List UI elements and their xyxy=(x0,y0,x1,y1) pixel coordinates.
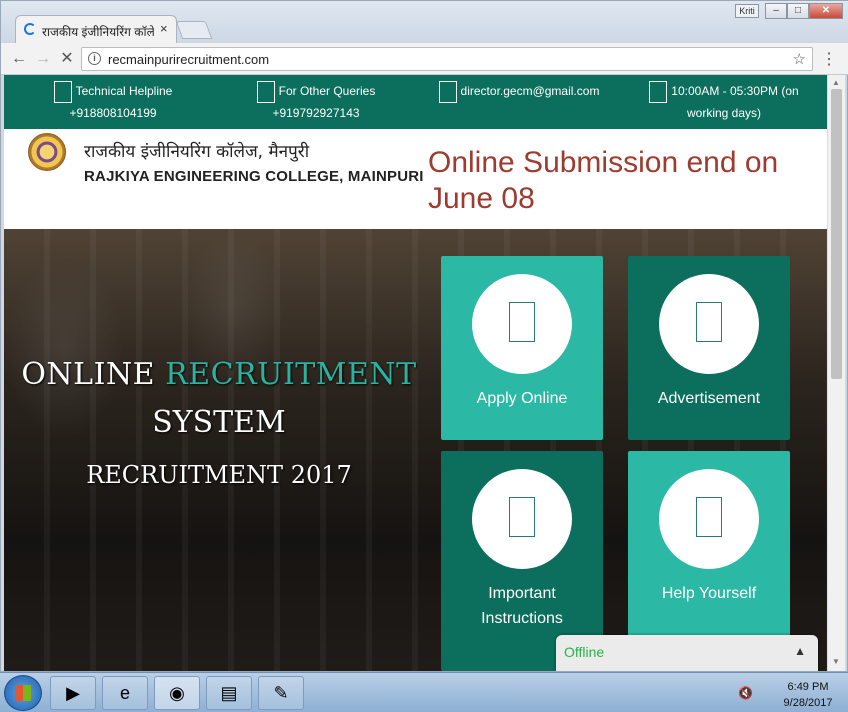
tab-strip: राजकीय इंजीनियरिंग कॉलेज × Kriti – □ ✕ xyxy=(1,1,848,43)
tab-close-icon[interactable]: × xyxy=(160,21,168,36)
back-button[interactable]: ← xyxy=(9,49,29,69)
instructions-icon xyxy=(509,497,535,537)
submission-notice: Online Submission end on June 08 xyxy=(428,146,779,215)
contact-email[interactable]: director.gecm@gmail.com xyxy=(434,81,604,103)
address-bar[interactable]: i recmainpurirecruitment.com ☆ xyxy=(81,47,813,71)
bookmark-star-icon[interactable]: ☆ xyxy=(793,50,806,68)
clock-date[interactable]: 9/28/2017 xyxy=(782,697,834,709)
contact-label: For Other Queries xyxy=(278,84,376,99)
tile-circle xyxy=(472,274,572,374)
chevron-up-icon[interactable]: ▲ xyxy=(794,644,806,658)
tile-label-line2: Instructions xyxy=(481,610,563,627)
tile-circle xyxy=(659,469,759,569)
file-explorer-icon[interactable]: ▤ xyxy=(206,676,252,710)
clock-icon xyxy=(649,81,668,103)
clock-time[interactable]: 6:49 PM xyxy=(782,681,834,693)
hero-year: RECRUITMENT 2017 xyxy=(86,461,352,489)
page-viewport: Technical Helpline +918808104199 For Oth… xyxy=(4,75,827,671)
site-header: राजकीय इंजीनियरिंग कॉलेज, मैनपुरी RAJKIY… xyxy=(4,129,827,229)
tile-apply-online[interactable]: Apply Online xyxy=(441,256,603,440)
forward-button[interactable]: → xyxy=(33,49,53,69)
phone-icon xyxy=(53,81,72,103)
stop-loading-button[interactable]: ✕ xyxy=(57,49,77,69)
hero-title-part1: ONLINE xyxy=(21,357,166,392)
address-url[interactable]: recmainpurirecruitment.com xyxy=(108,52,269,67)
contact-label[interactable]: director.gecm@gmail.com xyxy=(461,84,600,98)
contact-label: 10:00AM - 05:30PM (on xyxy=(671,84,799,99)
chat-status: Offline xyxy=(564,644,605,660)
tab-active[interactable]: राजकीय इंजीनियरिंग कॉलेज × xyxy=(15,15,177,43)
contact-value: +918808104199 xyxy=(69,106,157,120)
tile-circle xyxy=(472,469,572,569)
site-info-icon[interactable]: i xyxy=(88,52,101,65)
hero-banner: ONLINE RECRUITMENT SYSTEM RECRUITMENT 20… xyxy=(4,229,827,671)
college-name-hindi: राजकीय इंजीनियरिंग कॉलेज, मैनपुरी xyxy=(84,142,310,162)
chrome-icon[interactable]: ◉ xyxy=(154,676,200,710)
college-logo[interactable] xyxy=(28,133,66,171)
scroll-up-icon[interactable]: ▲ xyxy=(832,78,840,87)
hero-title: ONLINE RECRUITMENT xyxy=(4,357,434,392)
chat-widget[interactable]: Offline ▲ xyxy=(556,635,818,671)
help-icon xyxy=(696,497,722,537)
contact-value: working days) xyxy=(686,106,762,120)
phone-icon xyxy=(256,81,275,103)
contact-label: Technical Helpline xyxy=(75,84,173,99)
browser-toolbar: ← → ✕ i recmainpurirecruitment.com ☆ ⋮ xyxy=(1,43,848,75)
contact-bar: Technical Helpline +918808104199 For Oth… xyxy=(4,75,827,129)
advertisement-icon xyxy=(696,302,722,342)
windows-taskbar: ▶ e ◉ ▤ ✎ 🔇 6:49 PM 9/28/2017 xyxy=(0,672,848,712)
contact-other-queries: For Other Queries +919792927143 xyxy=(246,81,386,124)
paint-icon[interactable]: ✎ xyxy=(258,676,304,710)
tile-label-line1: Important xyxy=(488,585,556,602)
media-player-icon[interactable]: ▶ xyxy=(50,676,96,710)
page-scrollbar[interactable]: ▲ ▼ xyxy=(827,75,845,671)
tile-label: Apply Online xyxy=(476,390,568,407)
contact-technical-helpline: Technical Helpline +918808104199 xyxy=(48,81,178,124)
contact-hours: 10:00AM - 05:30PM (on working days) xyxy=(644,81,804,124)
scroll-down-icon[interactable]: ▼ xyxy=(832,657,840,666)
minimize-button[interactable]: – xyxy=(765,3,787,19)
college-name-english: RAJKIYA ENGINEERING COLLEGE, MAINPURI xyxy=(84,168,424,185)
start-button[interactable] xyxy=(4,675,42,711)
profile-button[interactable]: Kriti xyxy=(735,4,759,18)
scrollbar-thumb[interactable] xyxy=(831,89,842,379)
internet-explorer-icon[interactable]: e xyxy=(102,676,148,710)
tile-advertisement[interactable]: Advertisement xyxy=(628,256,790,440)
tile-label: Advertisement xyxy=(657,390,761,407)
tab-title: राजकीय इंजीनियरिंग कॉलेज xyxy=(42,25,154,39)
tile-circle xyxy=(659,274,759,374)
email-icon xyxy=(438,81,457,103)
contact-value: +919792927143 xyxy=(272,106,360,120)
hero-subtitle: SYSTEM xyxy=(152,405,286,440)
new-tab-button[interactable] xyxy=(175,21,213,39)
browser-menu-icon[interactable]: ⋮ xyxy=(821,49,837,69)
volume-muted-icon[interactable]: 🔇 xyxy=(738,686,753,700)
apply-icon xyxy=(509,302,535,342)
tile-label: Help Yourself xyxy=(661,585,757,602)
maximize-button[interactable]: □ xyxy=(787,3,809,19)
close-window-button[interactable]: ✕ xyxy=(809,3,843,19)
loading-spinner-icon xyxy=(24,23,36,35)
hero-title-accent: RECRUITMENT xyxy=(165,357,417,392)
